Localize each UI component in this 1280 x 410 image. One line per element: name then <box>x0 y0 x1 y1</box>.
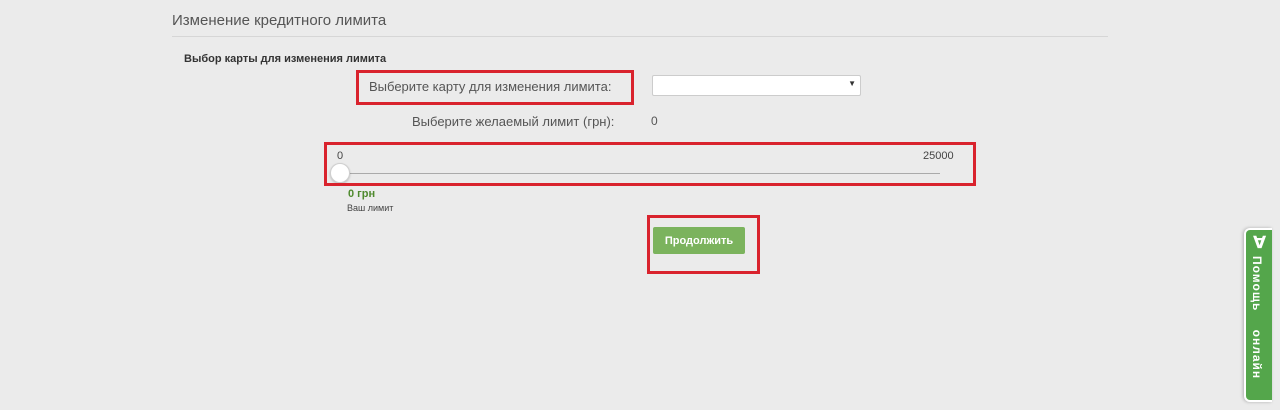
section-title: Выбор карты для изменения лимита <box>184 53 387 65</box>
limit-slider-track[interactable] <box>340 173 940 174</box>
current-limit-caption: Ваш лимит <box>347 203 394 213</box>
highlight-box-slider <box>324 142 976 186</box>
card-select-label: Выберите карту для изменения лимита: <box>369 79 612 94</box>
help-online-tab[interactable]: ∀ Помощь онлайн <box>1244 228 1272 402</box>
limit-slider-handle[interactable] <box>330 163 350 183</box>
slider-min-label: 0 <box>337 150 344 162</box>
slider-max-label: 25000 <box>923 150 954 162</box>
help-online-label: Помощь онлайн <box>1250 256 1264 380</box>
limit-label: Выберите желаемый лимит (грн): <box>412 114 615 129</box>
title-divider <box>172 36 1108 37</box>
card-select[interactable]: ▼ <box>652 75 861 96</box>
help-chat-icon: ∀ <box>1253 233 1267 252</box>
limit-value: 0 <box>651 114 658 128</box>
continue-button[interactable]: Продолжить <box>653 227 745 254</box>
current-limit-display: 0 грн <box>348 188 376 200</box>
page-title: Изменение кредитного лимита <box>172 12 387 29</box>
dropdown-arrow-icon: ▼ <box>848 79 856 88</box>
